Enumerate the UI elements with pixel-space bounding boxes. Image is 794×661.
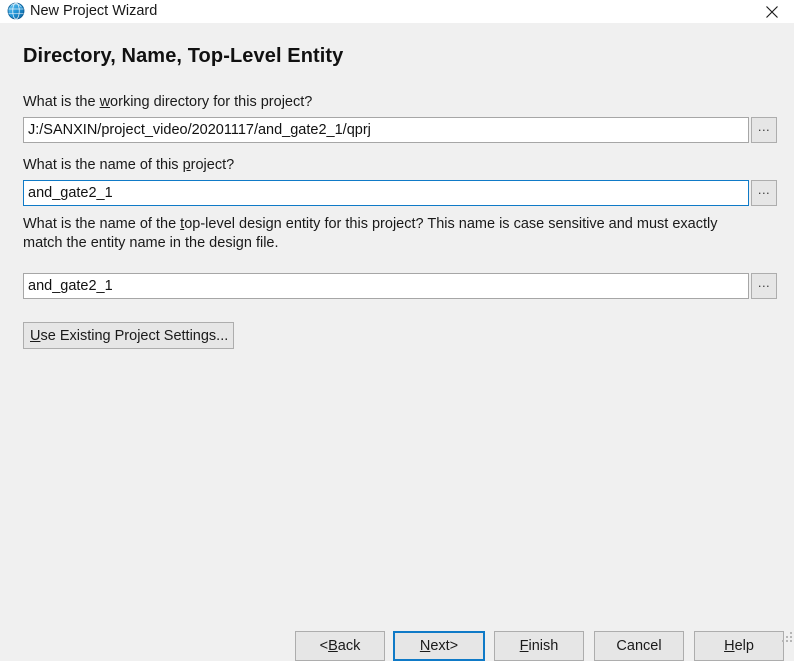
wd-label-part1: What is the <box>23 94 100 110</box>
ellipsis-icon: ... <box>757 119 771 134</box>
project-name-browse-button[interactable]: ... <box>751 180 777 206</box>
back-mnemonic: B <box>328 638 338 654</box>
next-suffix: ext <box>430 638 450 654</box>
close-glyph <box>765 5 778 18</box>
pn-label-mnemonic: p <box>182 157 191 173</box>
close-icon[interactable] <box>749 0 794 23</box>
ellipsis-icon: ... <box>757 182 771 197</box>
top-level-entity-input[interactable] <box>23 273 749 299</box>
working-directory-input[interactable] <box>23 117 749 143</box>
globe-icon <box>7 2 25 20</box>
finish-button[interactable]: Finish <box>494 631 584 661</box>
help-button[interactable]: Help <box>694 631 784 661</box>
cancel-button[interactable]: Cancel <box>594 631 684 661</box>
window-title: New Project Wizard <box>30 3 158 19</box>
back-button[interactable]: < Back <box>295 631 385 661</box>
use-existing-label: se Existing Project Settings... <box>40 327 229 344</box>
wd-label-mnemonic: w <box>99 94 111 110</box>
working-directory-browse-button[interactable]: ... <box>751 117 777 143</box>
tle-label-part2: op-level design entity for this project?… <box>184 216 718 232</box>
project-name-label: What is the name of this project? <box>23 156 234 175</box>
help-suffix: elp <box>734 638 754 654</box>
help-mnemonic: H <box>724 638 735 654</box>
next-suffix2: > <box>449 638 459 654</box>
cancel-label: Cancel <box>616 638 662 654</box>
tle-label-line2: match the entity name in the design file… <box>23 235 279 251</box>
wizard-body: Directory, Name, Top-Level Entity What i… <box>0 23 794 661</box>
back-suffix: ack <box>337 638 361 654</box>
top-level-entity-label: What is the name of the top-level design… <box>23 215 771 253</box>
pn-label-part2: roject? <box>190 157 235 173</box>
page-title: Directory, Name, Top-Level Entity <box>23 45 344 67</box>
finish-mnemonic: F <box>519 638 529 654</box>
window-titlebar: New Project Wizard <box>0 0 794 23</box>
pn-label-part1: What is the name of this <box>23 157 183 173</box>
resize-grip[interactable] <box>780 630 792 642</box>
project-name-input[interactable] <box>23 180 749 206</box>
next-mnemonic: N <box>419 638 431 654</box>
back-prefix: < <box>319 638 329 654</box>
top-level-entity-browse-button[interactable]: ... <box>751 273 777 299</box>
use-existing-project-settings-button[interactable]: Use Existing Project Settings... <box>23 322 234 349</box>
use-existing-mnemonic: U <box>30 327 41 344</box>
wd-label-part2: orking directory for this project? <box>110 94 313 110</box>
tle-label-part1: What is the name of the <box>23 216 181 232</box>
working-directory-label: What is the working directory for this p… <box>23 93 312 112</box>
next-button[interactable]: Next > <box>393 631 485 661</box>
finish-suffix: inish <box>528 638 559 654</box>
ellipsis-icon: ... <box>757 275 771 290</box>
